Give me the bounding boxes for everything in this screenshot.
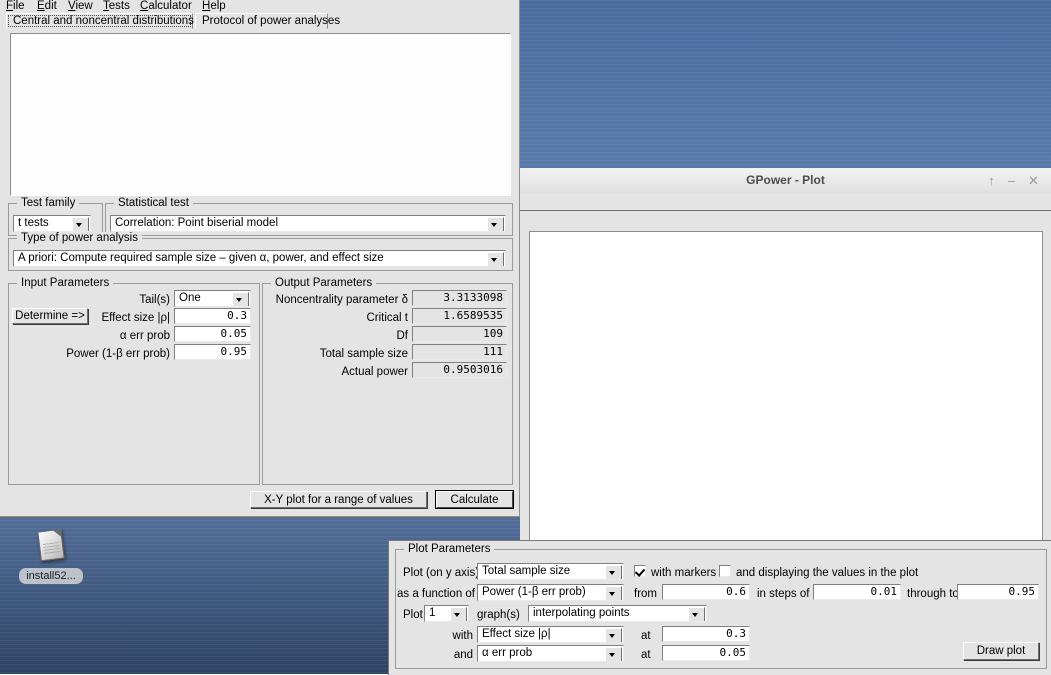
effect-size-input[interactable]: 0.3	[174, 308, 251, 324]
plot-parameters-panel: Plot Parameters Plot (on y axis) Total s…	[388, 540, 1051, 675]
power-label: Power (1-β err prob)	[40, 347, 170, 361]
menu-item-tests[interactable]: Tests	[103, 0, 130, 13]
chevron-down-icon[interactable]	[487, 252, 504, 267]
as-a-function-of-label: as a function of	[397, 587, 473, 601]
critical-t-value: 1.6589535	[412, 308, 507, 324]
total-sample-size-value: 111	[412, 344, 507, 360]
calculate-button[interactable]: Calculate	[436, 491, 513, 508]
chevron-down-icon[interactable]	[605, 647, 622, 662]
plot-count-label: Plot	[403, 608, 423, 622]
desktop-icon-install52[interactable]: install52...	[14, 530, 88, 584]
and-param-combo[interactable]: α err prob	[477, 645, 624, 662]
df-value: 109	[412, 326, 507, 342]
display-values-label: and displaying the values in the plot	[736, 566, 918, 580]
display-values-checkbox[interactable]	[719, 565, 731, 577]
menu-item-edit[interactable]: Edit	[37, 0, 57, 13]
and-param-label: and	[425, 648, 473, 662]
and-param-at-label: at	[641, 648, 651, 662]
actual-power-value: 0.9503016	[412, 362, 507, 378]
distribution-plot-canvas[interactable]	[10, 33, 511, 196]
alpha-err-prob-input[interactable]: 0.05	[174, 326, 251, 342]
plot-window-title: GPower - Plot	[520, 173, 1051, 187]
graph-style-combo[interactable]: interpolating points	[528, 605, 707, 622]
maximize-icon[interactable]: ↑	[984, 173, 999, 188]
plot-y-axis-combo[interactable]: Total sample size	[477, 563, 624, 580]
statistical-test-combo[interactable]: Correlation: Point biserial model	[110, 215, 506, 232]
total-sample-size-label: Total sample size	[266, 347, 408, 361]
effect-size-label: Effect size |ρ|	[95, 311, 170, 325]
in-steps-of-input[interactable]: 0.01	[813, 584, 901, 600]
from-label: from	[634, 587, 657, 601]
through-to-input[interactable]: 0.95	[957, 584, 1039, 600]
df-label: Df	[266, 329, 408, 343]
power-input[interactable]: 0.95	[174, 344, 251, 360]
menu-item-file[interactable]: File	[6, 0, 25, 13]
with-param-at-label: at	[641, 629, 651, 643]
chevron-down-icon[interactable]	[450, 607, 467, 622]
in-steps-of-label: in steps of	[757, 587, 809, 601]
as-a-function-of-combo[interactable]: Power (1-β err prob)	[477, 584, 624, 601]
minimize-icon[interactable]: –	[1004, 173, 1019, 188]
tails-label: Tail(s)	[60, 293, 170, 307]
plot-y-axis-label: Plot (on y axis)	[403, 566, 473, 580]
gpower-main-window: File Edit View Tests Calculator Help Cen…	[0, 0, 520, 517]
chevron-down-icon[interactable]	[232, 292, 249, 307]
document-icon	[37, 529, 64, 562]
chevron-down-icon[interactable]	[605, 565, 622, 580]
tab-central-noncentral-distributions[interactable]: Central and noncentral distributions	[6, 13, 193, 29]
type-of-power-analysis-group-title: Type of power analysis	[17, 232, 142, 244]
test-family-group-title: Test family	[17, 197, 79, 209]
noncentrality-parameter-value: 3.3133098	[412, 290, 507, 306]
chevron-down-icon[interactable]	[487, 217, 504, 232]
type-of-power-analysis-combo[interactable]: A priori: Compute required sample size –…	[13, 250, 506, 267]
test-family-combo[interactable]: t tests	[13, 215, 91, 232]
determine-button[interactable]: Determine =>	[12, 308, 88, 324]
chevron-down-icon[interactable]	[72, 217, 89, 232]
xy-plot-button[interactable]: X-Y plot for a range of values	[250, 491, 427, 508]
input-parameters-group-title: Input Parameters	[17, 277, 113, 289]
tails-combo[interactable]: One	[174, 290, 251, 307]
statistical-test-group-title: Statistical test	[114, 197, 193, 209]
tab-protocol-of-power-analyses[interactable]: Protocol of power analyses	[195, 13, 328, 29]
menu-bar: File Edit View Tests Calculator Help	[0, 0, 519, 14]
chevron-down-icon[interactable]	[688, 607, 705, 622]
and-param-at-input[interactable]: 0.05	[662, 645, 750, 661]
with-param-combo[interactable]: Effect size |ρ|	[477, 626, 624, 643]
from-input[interactable]: 0.6	[662, 584, 750, 600]
plot-window-titlebar[interactable]: GPower - Plot ↑ – ✕	[520, 168, 1051, 194]
through-to-label: through to	[907, 587, 959, 601]
menu-item-view[interactable]: View	[68, 0, 93, 13]
alpha-err-prob-label: α err prob	[80, 329, 170, 343]
menu-item-calculator[interactable]: Calculator	[140, 0, 192, 13]
with-markers-checkbox[interactable]	[634, 565, 646, 577]
chevron-down-icon[interactable]	[605, 628, 622, 643]
critical-t-label: Critical t	[266, 311, 408, 325]
plot-window-toolbar	[520, 193, 1051, 211]
with-param-at-input[interactable]: 0.3	[662, 626, 750, 642]
plot-parameters-group-title: Plot Parameters	[404, 543, 494, 555]
chevron-down-icon[interactable]	[605, 586, 622, 601]
draw-plot-button[interactable]: Draw plot	[963, 642, 1039, 660]
actual-power-label: Actual power	[266, 365, 408, 379]
with-param-label: with	[425, 629, 473, 643]
plot-count-combo[interactable]: 1	[424, 605, 469, 622]
graphs-label: graph(s)	[477, 608, 520, 622]
with-markers-label: with markers	[651, 566, 716, 580]
desktop-icon-label: install52...	[19, 568, 83, 584]
menu-item-help[interactable]: Help	[202, 0, 226, 13]
close-icon[interactable]: ✕	[1026, 173, 1041, 188]
output-parameters-group-title: Output Parameters	[271, 277, 376, 289]
noncentrality-parameter-label: Noncentrality parameter δ	[266, 293, 408, 307]
